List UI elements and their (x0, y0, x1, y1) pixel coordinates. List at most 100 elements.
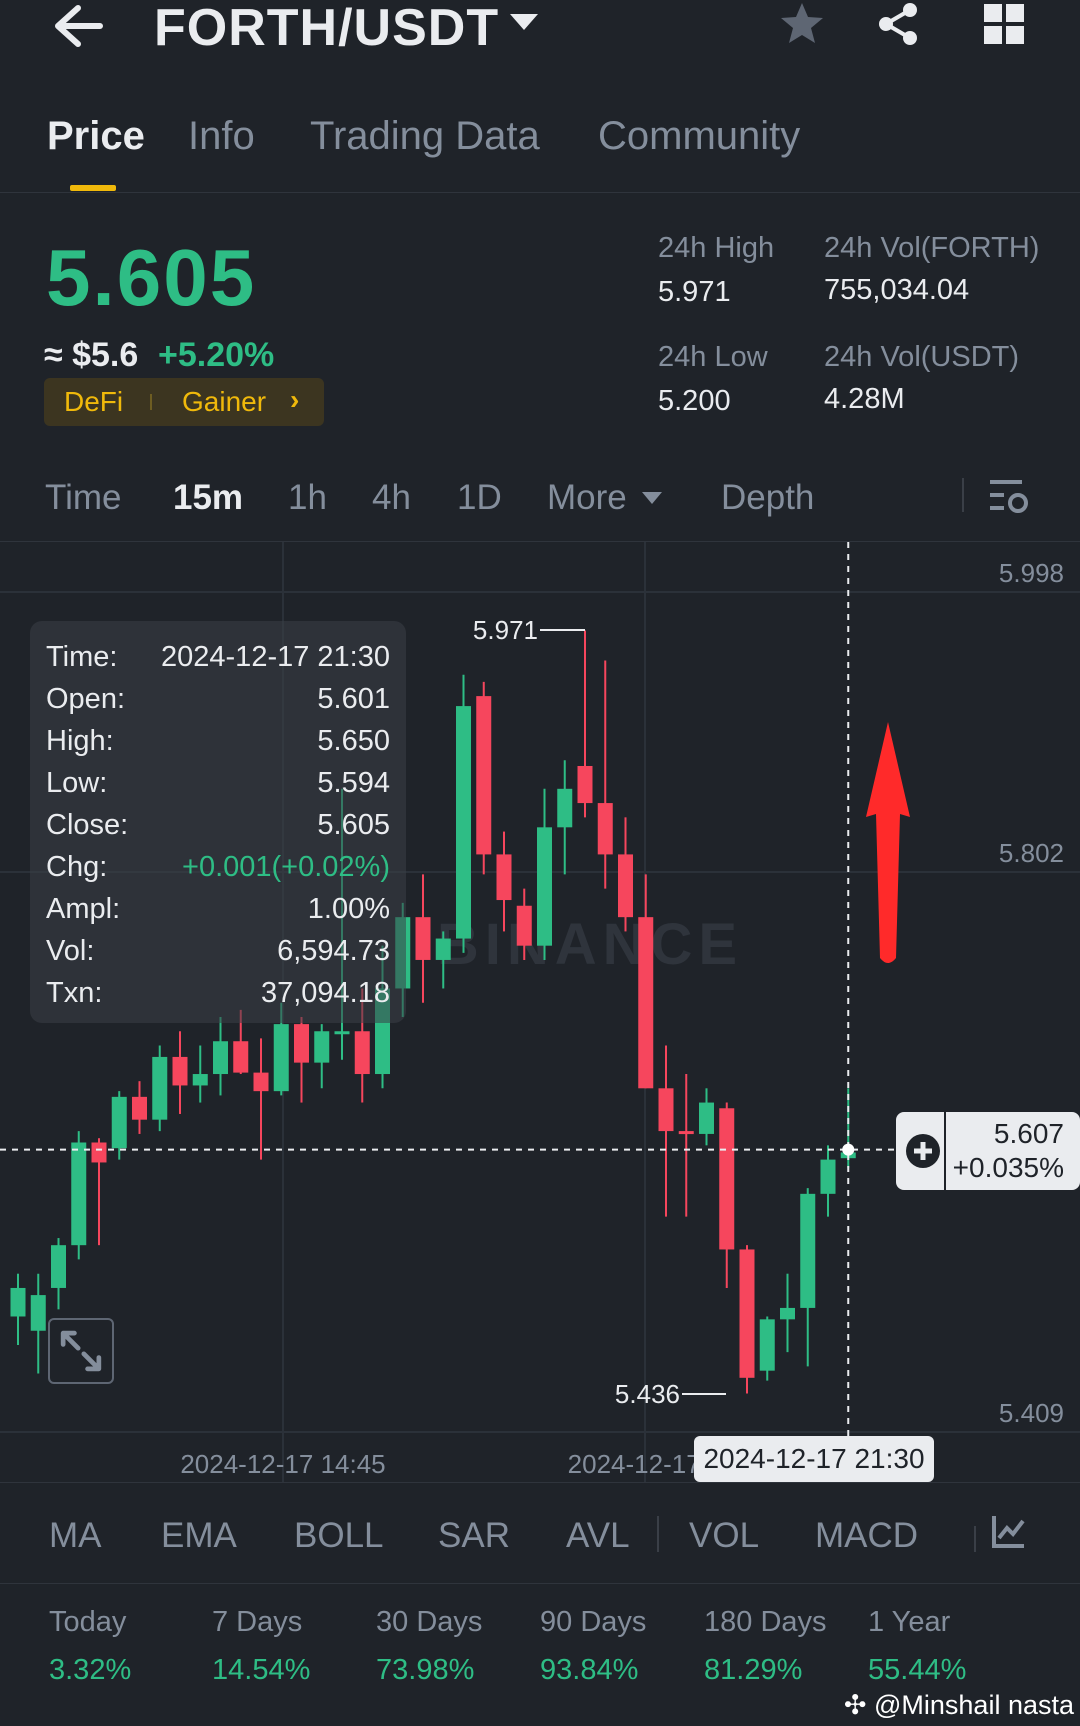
indicator-ema[interactable]: EMA (161, 1516, 237, 1556)
perf-value-7d: 14.54% (212, 1654, 311, 1686)
current-price-label[interactable]: 5.607 +0.035% (896, 1112, 1080, 1190)
chart-settings-icon[interactable] (988, 476, 1030, 516)
candle-body (759, 1319, 775, 1371)
tooltip-value: +0.001(+0.02%) (182, 851, 390, 883)
indicator-settings-icon[interactable] (990, 1512, 1028, 1550)
ohlc-tooltip: Time: 2024-12-17 21:30 Open: 5.601 High: 5.… (30, 621, 406, 1023)
indicator-avl[interactable]: AVL (566, 1516, 630, 1556)
pair-title[interactable]: FORTH/USDT (154, 0, 499, 58)
tooltip-value: 37,094.18 (260, 977, 390, 1009)
candle-body (273, 1024, 289, 1092)
add-alert-icon[interactable] (904, 1132, 942, 1170)
current-price-value: 5.607 (993, 1118, 1064, 1149)
high-marker: 5.971 (473, 615, 585, 645)
tooltip-row-vol: Vol: 6,594.73 (46, 935, 390, 975)
divider (0, 1583, 1080, 1584)
divider (0, 1482, 1080, 1483)
divider (962, 478, 964, 512)
candle-body (597, 803, 613, 855)
tooltip-key: Close: (46, 809, 129, 841)
candle-body (253, 1072, 269, 1092)
perf-label-180d: 180 Days (704, 1606, 827, 1638)
indicator-ma[interactable]: MA (49, 1516, 102, 1556)
depth-tab[interactable]: Depth (721, 478, 814, 518)
last-price: 5.605 (46, 233, 257, 322)
tooltip-row-close: Close: 5.605 (46, 809, 390, 849)
binance-watermark: BINANCE (437, 912, 743, 977)
back-arrow-icon[interactable] (48, 0, 108, 52)
tab-community[interactable]: Community (598, 114, 800, 159)
fullscreen-expand-icon[interactable] (48, 1318, 114, 1384)
tab-info[interactable]: Info (188, 114, 255, 159)
tooltip-value: 5.594 (317, 767, 390, 799)
candle-body (354, 1031, 370, 1075)
perf-value-today: 3.32% (49, 1654, 132, 1686)
interval-more[interactable]: More (547, 478, 627, 518)
candle-body (456, 706, 471, 939)
divider (944, 1112, 946, 1190)
crosshair-time-label: 2024-12-17 21:30 (694, 1436, 934, 1482)
tag-defi[interactable]: DeFi (64, 386, 123, 418)
tooltip-value: 5.650 (317, 725, 390, 757)
up-arrow-annotation (866, 722, 910, 963)
tab-price[interactable]: Price (47, 114, 145, 159)
tag-separator (150, 394, 152, 410)
interval-1d[interactable]: 1D (457, 478, 502, 518)
indicator-macd[interactable]: MACD (815, 1516, 918, 1556)
candle-body (294, 1024, 309, 1063)
tooltip-value: 5.605 (317, 809, 390, 841)
interval-4h[interactable]: 4h (372, 478, 411, 518)
watermark-text: @Minshail nasta (874, 1690, 1074, 1720)
tooltip-row-high: High: 5.650 (46, 725, 390, 765)
perf-value-180d: 81.29% (704, 1654, 803, 1686)
candle-body (213, 1041, 228, 1075)
perf-label-30d: 30 Days (376, 1606, 483, 1638)
candle-body (638, 917, 654, 1089)
candle-body (91, 1142, 107, 1163)
caret-down-icon[interactable] (510, 14, 538, 30)
vol-forth-label: 24h Vol(FORTH) (824, 232, 1040, 264)
indicator-boll[interactable]: BOLL (294, 1516, 384, 1556)
candle-body (192, 1074, 208, 1086)
caret-down-icon[interactable] (642, 492, 662, 504)
tag-gainer[interactable]: Gainer (182, 386, 266, 418)
candle-body (233, 1041, 249, 1073)
candle-body (739, 1249, 755, 1378)
vol-usdt-label: 24h Vol(USDT) (824, 341, 1020, 373)
candle-body (132, 1096, 147, 1120)
interval-time[interactable]: Time (45, 478, 121, 518)
share-icon[interactable] (874, 0, 922, 48)
grid-icon[interactable] (982, 2, 1026, 46)
candle-body (577, 765, 593, 804)
tooltip-key: High: (46, 725, 114, 757)
interval-1h[interactable]: 1h (288, 478, 327, 518)
chevron-right-icon[interactable]: › (290, 384, 299, 416)
candle-body (111, 1096, 127, 1149)
tooltip-row-open: Open: 5.601 (46, 683, 390, 723)
candle-body (51, 1245, 66, 1288)
indicator-sar[interactable]: SAR (438, 1516, 510, 1556)
low-value: 5.200 (658, 385, 731, 417)
tooltip-key: Time: (46, 641, 118, 673)
tooltip-row-time: Time: 2024-12-17 21:30 (46, 641, 390, 681)
candle-body (780, 1307, 795, 1320)
tooltip-key: Low: (46, 767, 108, 799)
tooltip-value: 6,594.73 (277, 935, 390, 967)
interval-15m[interactable]: 15m (173, 478, 243, 518)
tag-chips[interactable]: DeFi Gainer › (44, 378, 324, 426)
usd-price: ≈ $5.6 (44, 336, 139, 374)
y-tick-label: 5.998 (999, 558, 1064, 588)
current-price-change: +0.035% (952, 1152, 1064, 1183)
indicator-vol[interactable]: VOL (689, 1516, 759, 1556)
candle-body (557, 788, 573, 828)
low-marker-label: 5.436 (615, 1379, 680, 1409)
candle-body (800, 1193, 816, 1308)
watermark-logo-icon: ✣ (843, 1690, 874, 1720)
low-label: 24h Low (658, 341, 768, 373)
tab-trading-data[interactable]: Trading Data (310, 114, 540, 159)
candle-body (516, 905, 532, 946)
candle-body (172, 1056, 188, 1086)
low-marker: 5.436 (615, 1379, 726, 1409)
user-watermark: ✣ @Minshail nasta (844, 1690, 1074, 1721)
star-icon[interactable] (778, 0, 826, 48)
